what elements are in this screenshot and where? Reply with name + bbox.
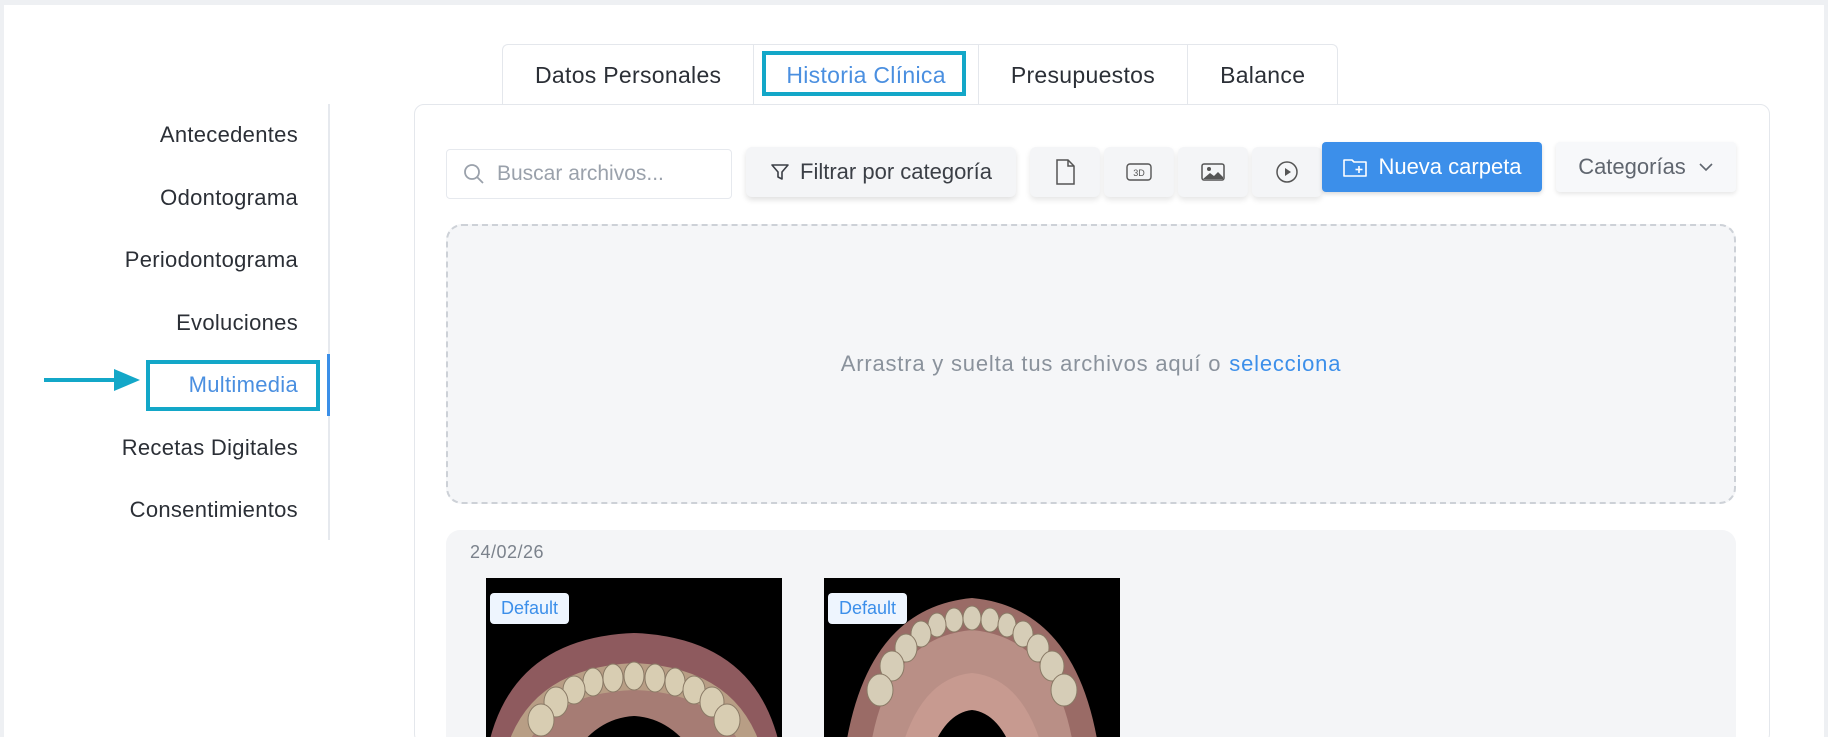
document-icon: [1056, 159, 1075, 185]
new-folder-label: Nueva carpeta: [1378, 154, 1522, 179]
categories-label: Categorías: [1578, 154, 1686, 179]
media-thumbnail[interactable]: Default: [824, 578, 1120, 737]
filter-icon: [771, 164, 789, 180]
media-toolbar: Filtrar por categoría 3D Nueva: [446, 142, 1736, 199]
media-thumbnail[interactable]: Default: [486, 578, 782, 737]
filter-category-button[interactable]: Filtrar por categoría: [746, 147, 1016, 197]
sidebar-item-evoluciones[interactable]: Evoluciones: [40, 292, 330, 355]
folder-add-icon: [1343, 159, 1368, 177]
filter-category-label: Filtrar por categoría: [800, 159, 992, 184]
svg-text:3D: 3D: [1133, 168, 1145, 178]
tab-balance[interactable]: Balance: [1187, 44, 1339, 106]
search-box: [446, 149, 732, 199]
sidebar-item-consentimientos[interactable]: Consentimientos: [40, 479, 330, 542]
category-badge: Default: [490, 593, 570, 624]
filter-images-button[interactable]: [1178, 147, 1248, 197]
sidebar-item-antecedentes[interactable]: Antecedentes: [40, 104, 330, 167]
categories-dropdown[interactable]: Categorías: [1556, 142, 1736, 192]
sidebar-item-odontograma[interactable]: Odontograma: [40, 167, 330, 230]
dropzone-select-link[interactable]: selecciona: [1229, 351, 1341, 377]
chevron-down-icon: [1699, 163, 1713, 172]
dropzone-text: Arrastra y suelta tus archivos aquí o: [840, 351, 1222, 376]
pointer-arrow-icon: [44, 369, 140, 391]
tab-presupuestos[interactable]: Presupuestos: [977, 44, 1188, 106]
media-gallery-group: 24/02/26 Default Default: [446, 530, 1736, 737]
filter-videos-button[interactable]: [1252, 147, 1322, 197]
tab-datos-personales[interactable]: Datos Personales: [502, 44, 754, 106]
file-dropzone[interactable]: Arrastra y suelta tus archivos aquí o se…: [446, 224, 1736, 504]
sidebar-nav: Antecedentes Odontograma Periodontograma…: [40, 104, 330, 542]
3d-model-icon: 3D: [1126, 163, 1152, 181]
gallery-date: 24/02/26: [470, 542, 545, 562]
filter-3d-button[interactable]: 3D: [1104, 147, 1174, 197]
search-input[interactable]: [497, 162, 717, 186]
sidebar-item-recetas-digitales[interactable]: Recetas Digitales: [40, 417, 330, 480]
play-video-icon: [1276, 161, 1298, 183]
tab-historia-clinica[interactable]: Historia Clínica: [753, 44, 978, 106]
main-tabs: Datos Personales Historia Clínica Presup…: [502, 44, 1339, 106]
search-icon: [464, 164, 484, 184]
filter-documents-button[interactable]: [1030, 147, 1100, 197]
sidebar-item-periodontograma[interactable]: Periodontograma: [40, 229, 330, 292]
category-badge: Default: [828, 593, 908, 624]
new-folder-button[interactable]: Nueva carpeta: [1322, 142, 1542, 192]
image-icon: [1201, 163, 1225, 181]
